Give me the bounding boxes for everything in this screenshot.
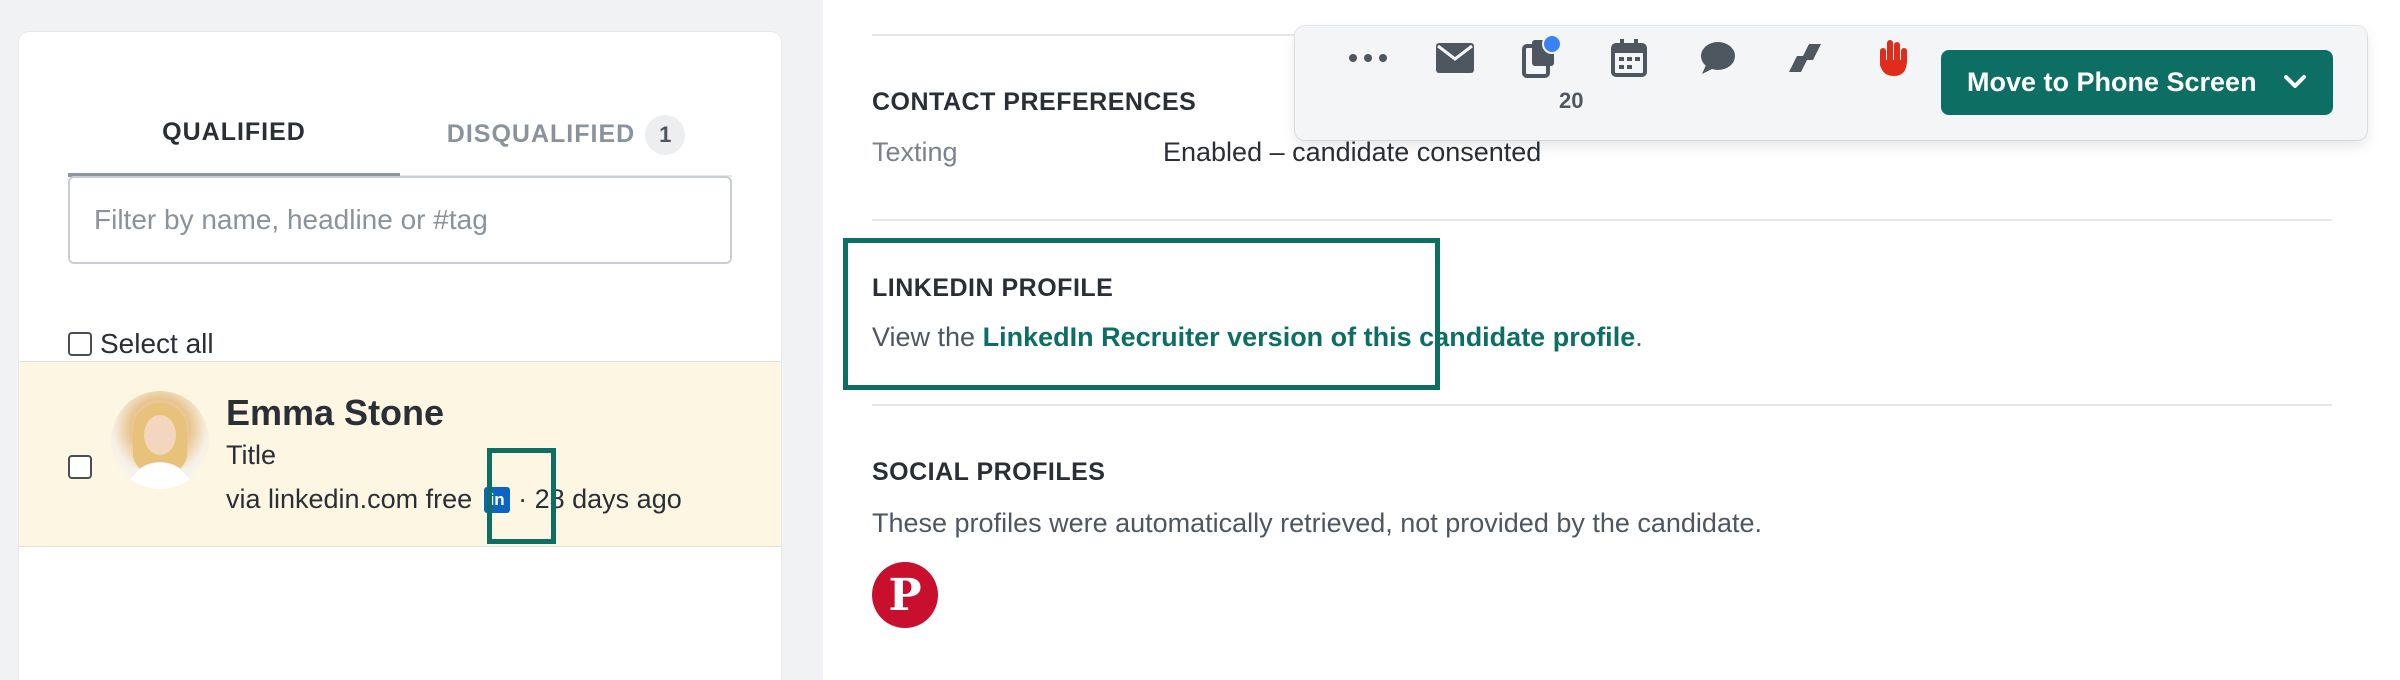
- chat-icon[interactable]: [1690, 30, 1746, 86]
- documents-count: 20: [1559, 88, 1584, 113]
- tab-disqualified[interactable]: DISQUALIFIED 1: [400, 92, 732, 177]
- texting-value: Enabled – candidate consented: [1163, 137, 1542, 167]
- social-profiles-heading: SOCIAL PROFILES: [872, 458, 1106, 486]
- divider: [872, 404, 2332, 406]
- disqualified-count-badge: 1: [645, 114, 686, 155]
- stop-hand-icon[interactable]: [1865, 30, 1921, 86]
- move-button-label: Move to Phone Screen: [1967, 67, 2257, 97]
- select-all[interactable]: Select all: [68, 328, 214, 360]
- select-all-checkbox[interactable]: [68, 332, 92, 356]
- texting-label: Texting: [872, 137, 958, 167]
- linkedin-profile-highlight: [843, 238, 1440, 390]
- pinterest-icon[interactable]: P: [872, 562, 938, 628]
- candidate-source: via linkedin.com free in · 28 days ago: [226, 484, 682, 515]
- transfer-icon[interactable]: [1777, 30, 1833, 86]
- tab-disqualified-label: DISQUALIFIED: [446, 120, 636, 148]
- candidate-tabs: QUALIFIED DISQUALIFIED 1: [68, 92, 732, 177]
- social-profiles-subtitle: These profiles were automatically retrie…: [872, 508, 1762, 538]
- linkedin-profile-suffix: .: [1635, 322, 1643, 352]
- candidate-filter-input[interactable]: [68, 176, 732, 264]
- divider: [872, 219, 2332, 221]
- candidate-checkbox[interactable]: [68, 455, 92, 479]
- linkedin-profile-heading: LINKEDIN PROFILE: [872, 274, 1114, 302]
- move-to-phone-screen-button[interactable]: Move to Phone Screen: [1941, 50, 2333, 115]
- candidate-source-text: via linkedin.com free: [226, 484, 473, 514]
- avatar: [111, 391, 209, 489]
- linkedin-profile-text: View the LinkedIn Recruiter version of t…: [872, 322, 1643, 353]
- candidate-title: Title: [226, 440, 277, 470]
- linkedin-icon-highlight: [487, 448, 556, 544]
- tab-qualified[interactable]: QUALIFIED: [68, 92, 400, 177]
- candidate-name[interactable]: Emma Stone: [226, 392, 444, 434]
- linkedin-recruiter-link[interactable]: LinkedIn Recruiter version of this candi…: [983, 322, 1636, 352]
- linkedin-profile-prefix: View the: [872, 322, 983, 352]
- candidate-list-panel: QUALIFIED DISQUALIFIED 1 Select all Emma…: [19, 32, 781, 680]
- tab-qualified-label: QUALIFIED: [162, 118, 306, 146]
- contact-preferences-heading: CONTACT PREFERENCES: [872, 88, 1197, 116]
- chevron-down-icon[interactable]: [2283, 68, 2307, 103]
- candidate-list-item[interactable]: Emma Stone Title via linkedin.com free i…: [19, 361, 781, 547]
- calendar-icon[interactable]: [1601, 30, 1657, 86]
- email-icon[interactable]: [1427, 30, 1483, 86]
- select-all-label: Select all: [100, 328, 214, 359]
- documents-icon[interactable]: [1514, 30, 1570, 86]
- more-icon[interactable]: [1340, 30, 1396, 86]
